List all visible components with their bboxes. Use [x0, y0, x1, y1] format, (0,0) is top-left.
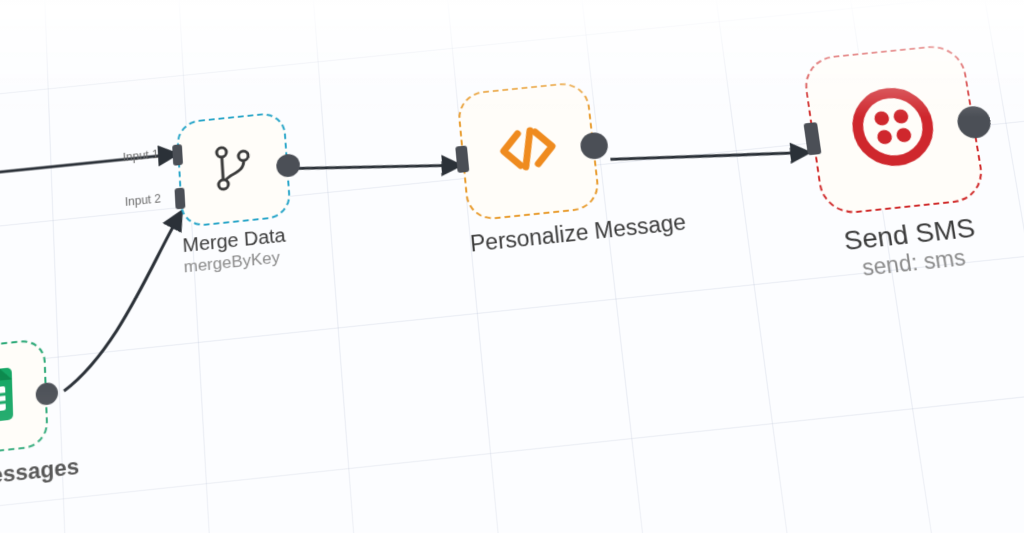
input-port[interactable] [803, 122, 821, 155]
output-port[interactable] [955, 105, 993, 140]
google-sheets-icon [0, 365, 15, 431]
input-port[interactable] [455, 145, 469, 173]
node-personalize[interactable]: Personalize Message [456, 73, 687, 257]
input-port-2[interactable] [174, 187, 185, 209]
output-port[interactable] [276, 153, 301, 178]
input-2-label: Input 2 [125, 192, 162, 209]
output-port[interactable] [579, 131, 609, 160]
input-port-1[interactable] [172, 144, 183, 166]
code-tag-icon [494, 122, 563, 180]
input-1-label: Input 1 [122, 147, 158, 164]
node-messages[interactable]: ns Messages [0, 335, 80, 494]
node-title: ns Messages [0, 453, 80, 494]
node-send-sms[interactable]: Send SMS send: sms [801, 43, 998, 284]
twilio-icon [845, 82, 941, 175]
git-branch-icon [210, 140, 256, 198]
node-merge[interactable]: Input 1 Input 2 Merge Data mergeByKey [176, 111, 295, 277]
output-port[interactable] [35, 382, 58, 406]
